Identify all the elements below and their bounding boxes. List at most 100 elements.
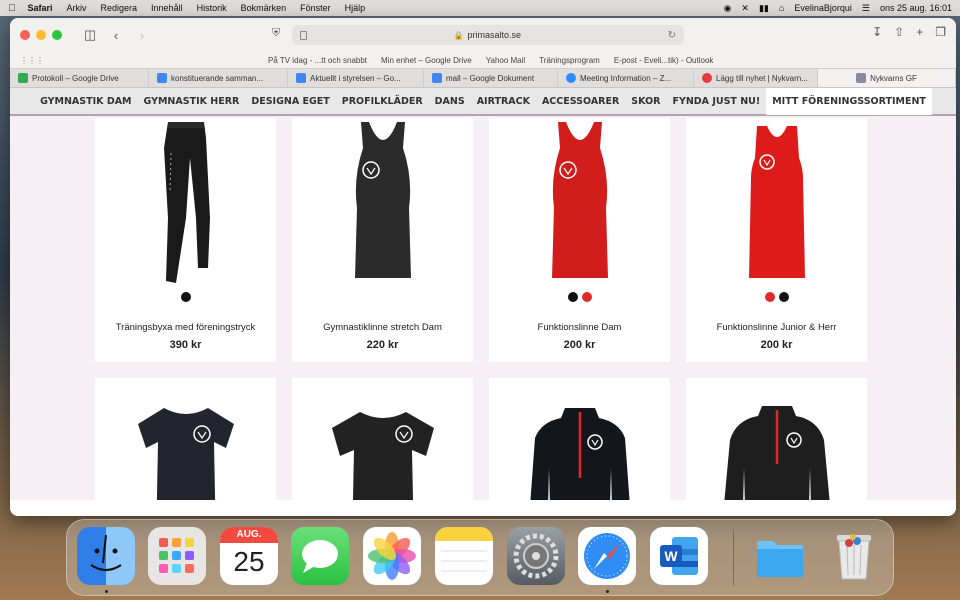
back-arrow-icon[interactable]: ‹ (106, 25, 126, 45)
product-name[interactable]: Gymnastiklinne stretch Dam (323, 322, 442, 333)
downloads-folder-icon[interactable] (751, 527, 809, 585)
google-docs-icon (432, 73, 442, 83)
photos-icon[interactable] (363, 527, 421, 585)
browser-tab[interactable]: Aktuellt i styrelsen – Go... (288, 69, 424, 87)
color-swatch-red[interactable] (764, 292, 775, 302)
browser-tab-active[interactable]: Nykvarns GF (818, 69, 956, 87)
url-display[interactable]: 🔒 primasalto.se (454, 30, 522, 40)
fullscreen-window-button[interactable] (52, 30, 62, 40)
product-card[interactable] (489, 378, 670, 500)
tab-label: Protokoll – Google Drive (32, 73, 119, 83)
nav-gymnastik-dam[interactable]: GYMNASTIK DAM (34, 88, 137, 115)
product-card[interactable]: Träningsbyxa med föreningstryck 390 kr (95, 118, 276, 362)
product-card[interactable] (292, 378, 473, 500)
system-preferences-icon[interactable] (507, 527, 565, 585)
nav-skor[interactable]: SKOR (625, 88, 666, 115)
calendar-day: 25 (233, 546, 265, 577)
browser-tab[interactable]: mall – Google Dokument (424, 69, 558, 87)
color-swatch-black[interactable] (778, 292, 789, 302)
user-name[interactable]: EvelinaBjorqui (794, 3, 852, 13)
menu-item-bokmarken[interactable]: Bokmärken (241, 3, 287, 13)
messages-icon[interactable] (291, 527, 349, 585)
product-image-tank-red[interactable] (686, 118, 867, 288)
color-swatch-red[interactable] (581, 292, 592, 302)
menu-item-redigera[interactable]: Redigera (101, 3, 138, 13)
product-image-halfzip-black[interactable] (686, 378, 867, 500)
menu-item-arkiv[interactable]: Arkiv (67, 3, 87, 13)
product-image-tshirt-black[interactable] (292, 378, 473, 500)
control-center-icon[interactable]: ☰ (862, 3, 870, 14)
product-image-leggings[interactable] (95, 118, 276, 288)
forward-arrow-icon[interactable]: › (132, 25, 152, 45)
menu-item-historik[interactable]: Historik (197, 3, 227, 13)
menu-item-innehall[interactable]: Innehåll (151, 3, 183, 13)
favorite-link[interactable]: Min enhet – Google Drive (381, 56, 472, 65)
product-image-halfzip-women-black[interactable] (489, 378, 670, 500)
product-name[interactable]: Funktionslinne Junior & Herr (717, 322, 837, 333)
favorites-grid-icon[interactable]: ⋮⋮⋮ (20, 56, 44, 65)
lock-icon: 🔒 (453, 30, 464, 40)
address-bar[interactable]: 🔒 primasalto.se ↻ (292, 25, 684, 45)
menu-item-hjalp[interactable]: Hjälp (345, 3, 366, 13)
nav-gymnastik-herr[interactable]: GYMNASTIK HERR (138, 88, 246, 115)
favorite-link[interactable]: På TV idag - ...tt och snabbt (268, 56, 367, 65)
product-image-tshirt-women-navy[interactable] (95, 378, 276, 500)
browser-tab[interactable]: konstituerande samman... (149, 69, 288, 87)
nav-profilklader[interactable]: PROFILKLÄDER (336, 88, 429, 115)
downloads-icon[interactable]: ↧ (872, 25, 882, 39)
minimize-window-button[interactable] (36, 30, 46, 40)
new-tab-icon[interactable]: + (916, 25, 923, 39)
safari-icon[interactable] (578, 527, 636, 585)
nav-fynda-just-nu[interactable]: FYNDA JUST NU! (666, 88, 766, 115)
menu-app-name[interactable]: Safari (28, 3, 53, 13)
product-card[interactable]: Gymnastiklinne stretch Dam 220 kr (292, 118, 473, 362)
color-swatch-black[interactable] (567, 292, 578, 302)
product-card[interactable]: Funktionslinne Junior & Herr 200 kr (686, 118, 867, 362)
favorites-bar: ⋮⋮⋮ På TV idag - ...tt och snabbt Min en… (10, 52, 956, 68)
launchpad-icon[interactable] (148, 527, 206, 585)
favorite-link[interactable]: Yahoo Mail (486, 56, 525, 65)
product-name[interactable]: Träningsbyxa med föreningstryck (116, 322, 256, 333)
browser-tab[interactable]: Lägg till nyhet | Nykvarn... (694, 69, 818, 87)
product-card[interactable] (686, 378, 867, 500)
share-icon[interactable]: ⇧ (894, 25, 904, 39)
menu-bar-status: ◉ ✕ ▮▮ ⌂ EvelinaBjorqui ☰ ons 25 aug. 16… (724, 3, 952, 14)
product-grid: Träningsbyxa med föreningstryck 390 kr G… (95, 118, 869, 500)
finder-icon[interactable] (77, 527, 135, 585)
product-card[interactable]: Funktionslinne Dam 200 kr (489, 118, 670, 362)
notes-icon[interactable] (435, 527, 493, 585)
favorite-link[interactable]: Träningsprogram (539, 56, 600, 65)
product-image-racerback-tank-red[interactable] (489, 118, 670, 288)
browser-tab[interactable]: Protokoll – Google Drive (10, 69, 149, 87)
favorite-link[interactable]: E-post - Eveli...tik) - Outlook (614, 56, 714, 65)
nav-mitt-foreningssortiment[interactable]: MITT FÖRENINGSSORTIMENT (766, 88, 932, 115)
product-name[interactable]: Funktionslinne Dam (538, 322, 622, 333)
product-image-racerback-tank-black[interactable] (292, 118, 473, 288)
menu-clock[interactable]: ons 25 aug. 16:01 (880, 3, 952, 13)
bluetooth-off-icon[interactable]: ✕ (741, 3, 749, 14)
battery-icon[interactable]: ▮▮ (759, 3, 769, 14)
nav-airtrack[interactable]: AIRTRACK (471, 88, 536, 115)
color-swatches (764, 292, 789, 302)
color-swatch-black[interactable] (180, 292, 191, 302)
product-card[interactable] (95, 378, 276, 500)
tab-label: konstituerande samman... (171, 73, 264, 83)
url-text: primasalto.se (467, 30, 522, 40)
tab-overview-icon[interactable]: ❐ (935, 25, 946, 39)
tab-label: Lägg till nyhet | Nykvarn... (716, 73, 808, 83)
nav-designa-eget[interactable]: DESIGNA EGET (245, 88, 335, 115)
close-window-button[interactable] (20, 30, 30, 40)
sidebar-toggle-icon[interactable]: ◫ (80, 25, 100, 45)
apple-icon[interactable]:  (8, 3, 16, 14)
microsoft-word-icon[interactable]: W (650, 527, 708, 585)
browser-tab[interactable]: Meeting Information – Z... (558, 69, 694, 87)
creative-cloud-icon[interactable]: ◉ (724, 3, 732, 14)
reload-icon[interactable]: ↻ (668, 30, 676, 41)
nav-dans[interactable]: DANS (429, 88, 471, 115)
calendar-icon[interactable]: AUG. 25 (220, 527, 278, 585)
trash-icon[interactable] (825, 527, 883, 585)
nav-accessoarer[interactable]: ACCESSOARER (536, 88, 625, 115)
menu-item-fonster[interactable]: Fönster (300, 3, 331, 13)
privacy-shield-icon[interactable]: ⛨ (272, 27, 280, 40)
wifi-icon[interactable]: ⌂ (779, 3, 784, 13)
